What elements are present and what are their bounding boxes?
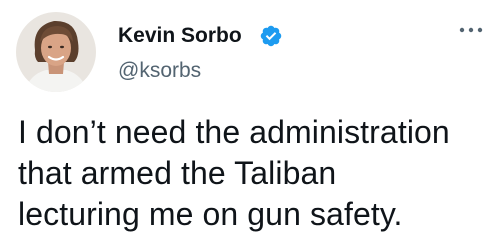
tweet-card: Kevin Sorbo @ksorbs I don’t need the adm… [0,0,500,240]
author-name[interactable]: Kevin Sorbo [118,23,242,49]
avatar[interactable] [16,12,96,92]
author-handle[interactable]: @ksorbs [118,58,201,84]
tweet-text: I don’t need the administration that arm… [18,112,488,235]
tweet-text-line: that armed the Taliban [18,155,337,191]
verified-badge-icon [260,25,282,47]
more-options-icon[interactable] [456,20,486,40]
tweet-text-line: I don’t need the administration [18,114,450,150]
avatar-image [16,12,96,92]
tweet-text-line: lecturing me on gun safety. [18,196,403,232]
